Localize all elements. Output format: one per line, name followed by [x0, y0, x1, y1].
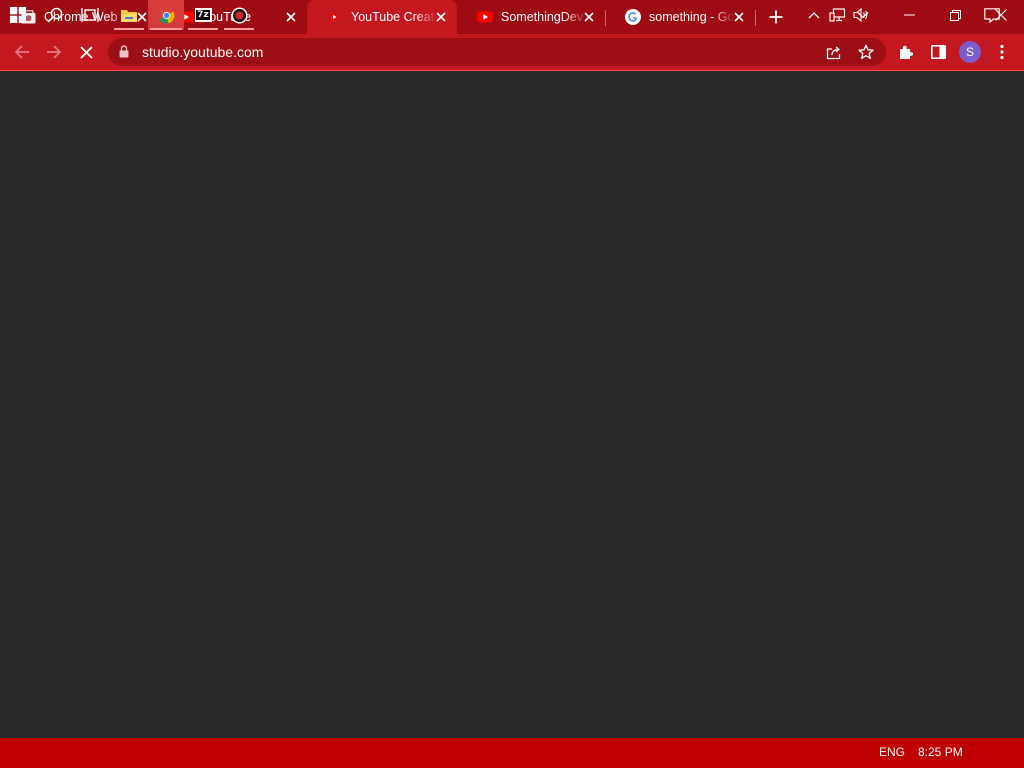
speaker-icon	[853, 8, 868, 22]
restore-button[interactable]	[932, 0, 978, 30]
search-icon	[47, 7, 63, 23]
more-vert-icon	[1000, 44, 1004, 60]
running-indicator	[224, 28, 254, 30]
side-panel-icon	[930, 45, 946, 59]
search-button[interactable]	[38, 0, 72, 30]
tab-somethingdev[interactable]: SomethingDev	[457, 0, 605, 34]
bookmark-button[interactable]	[852, 38, 880, 66]
url-text[interactable]: studio.youtube.com	[142, 44, 263, 60]
tab-title: YouTube Creator Studio	[351, 10, 437, 24]
7zip-icon: 7z	[194, 8, 212, 22]
action-center-button[interactable]	[978, 0, 1006, 30]
task-view-button[interactable]	[72, 0, 108, 30]
volume-button[interactable]	[850, 0, 872, 30]
share-button[interactable]	[820, 38, 848, 66]
plus-icon	[769, 10, 783, 24]
restore-icon	[949, 9, 961, 21]
start-button[interactable]	[0, 0, 36, 30]
taskbar	[0, 738, 1024, 768]
running-indicator	[150, 28, 182, 30]
close-tab-icon[interactable]	[731, 9, 747, 25]
running-indicator	[188, 28, 218, 30]
avatar: S	[959, 41, 981, 63]
youtube-studio-icon	[327, 9, 343, 25]
running-indicator	[114, 28, 144, 30]
close-tab-icon[interactable]	[581, 9, 597, 25]
chrome-icon	[158, 7, 175, 24]
close-tab-icon[interactable]	[283, 9, 299, 25]
input-language[interactable]: ENG	[879, 745, 905, 759]
file-explorer-icon	[121, 9, 137, 22]
side-panel-button[interactable]	[924, 38, 952, 66]
profile-button[interactable]: S	[956, 38, 984, 66]
minimize-icon	[903, 14, 915, 16]
windows-icon	[10, 7, 26, 23]
task-view-icon	[81, 8, 99, 22]
notification-icon	[984, 7, 1000, 23]
taskbar-file-explorer[interactable]	[112, 0, 146, 30]
chrome-menu-button[interactable]	[988, 38, 1016, 66]
youtube-icon	[477, 9, 493, 25]
lock-icon[interactable]	[119, 45, 129, 63]
tab-google-search[interactable]: something - Google Search	[605, 0, 755, 34]
chevron-up-icon	[808, 12, 820, 19]
extensions-button[interactable]	[892, 38, 920, 66]
close-tab-icon[interactable]	[433, 9, 449, 25]
stop-loading-button[interactable]	[72, 38, 100, 66]
profile-initial: S	[965, 45, 974, 59]
7zip-icon-label: 7z	[196, 10, 210, 20]
network-button[interactable]	[826, 0, 848, 30]
arrow-right-icon	[47, 45, 62, 59]
puzzle-icon	[900, 45, 914, 59]
share-icon	[826, 46, 841, 59]
taskbar-chrome[interactable]	[148, 0, 184, 30]
clock[interactable]: 8:25 PM	[918, 745, 963, 759]
new-tab-button[interactable]	[766, 7, 786, 27]
arrow-left-icon	[14, 45, 29, 59]
tab-separator	[755, 10, 756, 26]
forward-button[interactable]	[40, 38, 68, 66]
close-icon	[79, 45, 93, 59]
obs-icon	[231, 7, 247, 23]
taskbar-7zip[interactable]: 7z	[186, 0, 220, 30]
show-hidden-icons-button[interactable]	[804, 0, 824, 30]
network-icon	[828, 8, 845, 22]
tab-youtube-creator-studio[interactable]: YouTube Creator Studio	[307, 0, 457, 34]
tab-title: something - Google Search	[649, 10, 735, 24]
google-icon	[625, 9, 641, 25]
minimize-button[interactable]	[886, 0, 932, 30]
tab-title: SomethingDev	[501, 10, 583, 24]
page-content	[0, 71, 1024, 738]
back-button[interactable]	[8, 38, 36, 66]
star-icon	[858, 44, 874, 59]
taskbar-obs[interactable]	[222, 0, 256, 30]
